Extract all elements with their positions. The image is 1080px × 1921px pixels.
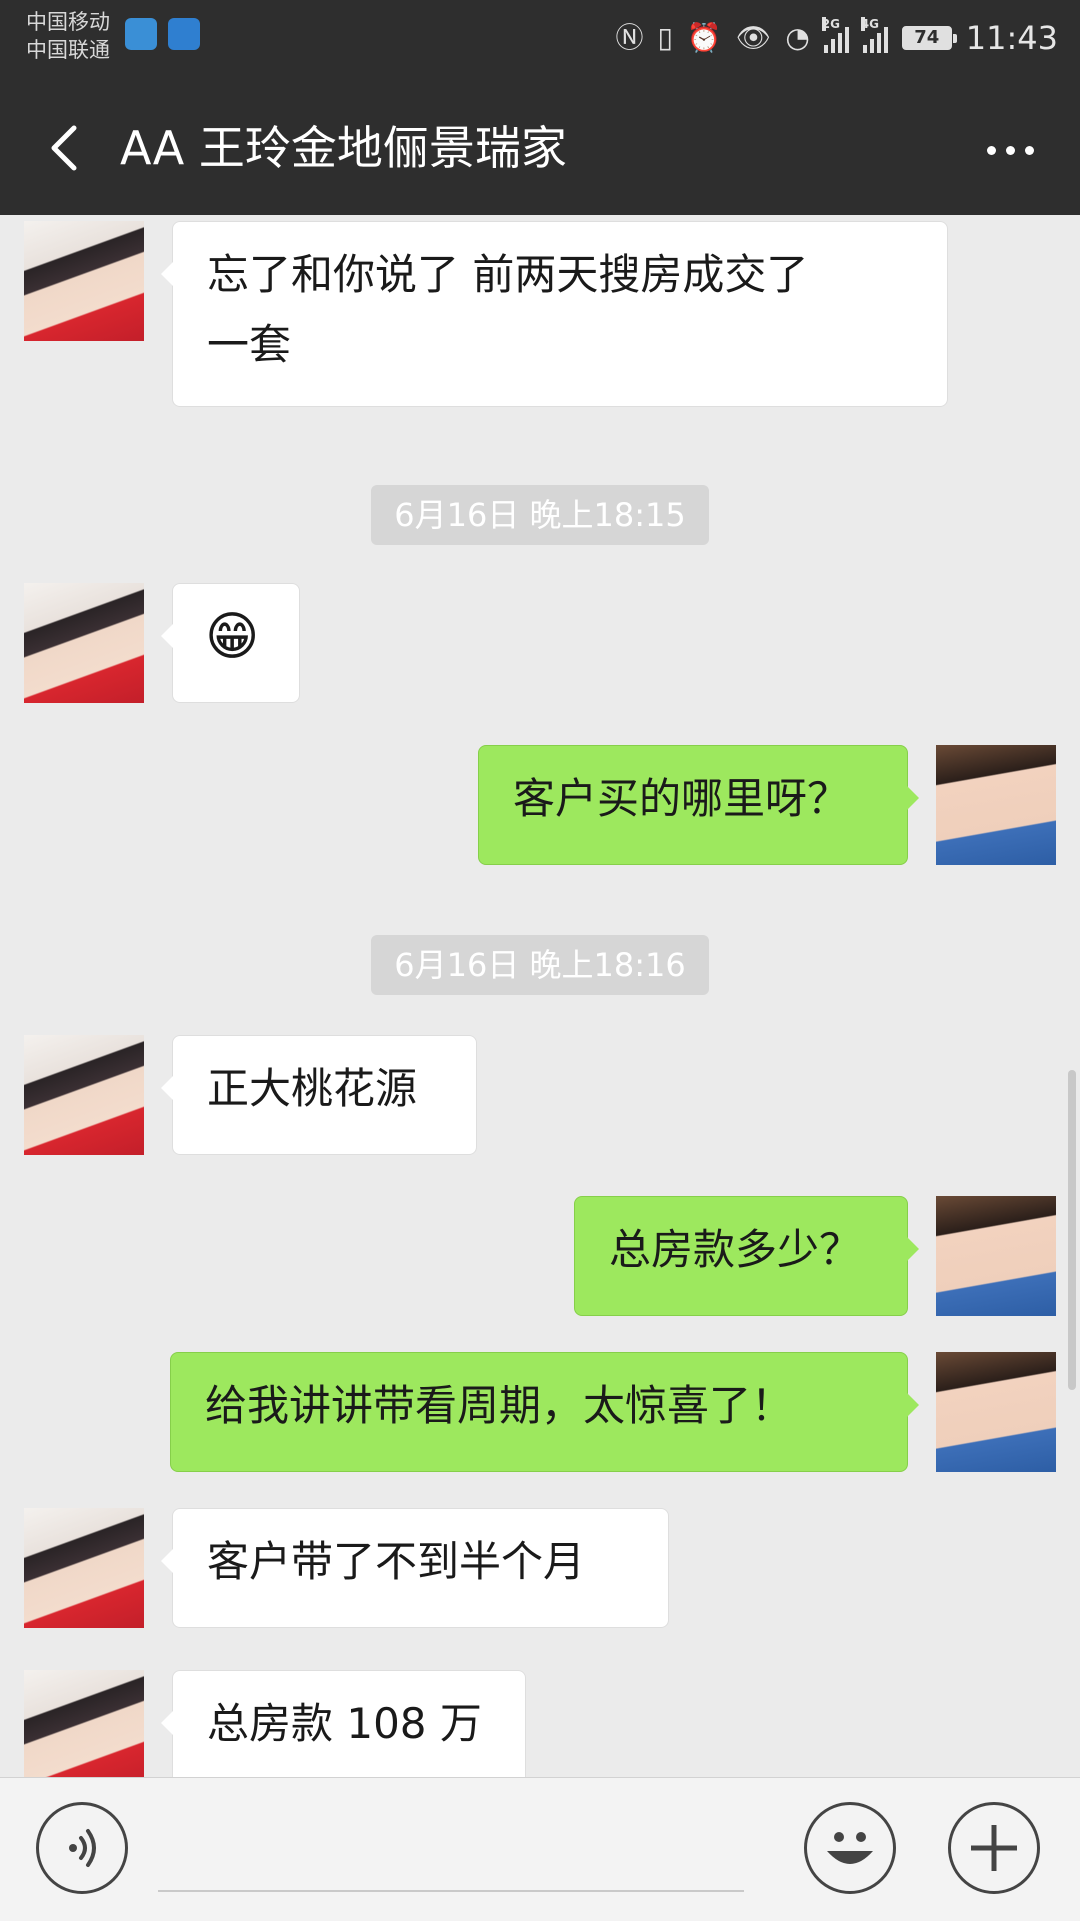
message-bubble-outgoing[interactable]: 总房款多少？: [574, 1196, 919, 1316]
clock: 11:43: [965, 19, 1058, 57]
my-avatar[interactable]: [936, 1196, 1056, 1316]
my-avatar[interactable]: [936, 745, 1056, 865]
carrier-2: 中国联通: [26, 38, 110, 62]
contact-avatar[interactable]: [24, 1508, 144, 1628]
chat-header: AA 王玲金地俪景瑞家: [0, 78, 1080, 215]
message-text: 正大桃花源: [207, 1064, 418, 1113]
back-arrow-icon[interactable]: [40, 118, 100, 178]
timestamp-label: 6月16日 晚上18:16: [371, 935, 709, 995]
input-bar: [0, 1777, 1080, 1921]
carrier-info: 中国移动 中国联通: [26, 8, 110, 64]
message-input[interactable]: [158, 1820, 744, 1892]
scrollbar[interactable]: [1068, 1070, 1076, 1390]
voice-input-button[interactable]: [36, 1802, 128, 1894]
message-bubble-outgoing[interactable]: 客户买的哪里呀？: [478, 745, 919, 865]
message-text: 总房款 108 万: [207, 1699, 482, 1748]
alarm-icon: ⏰: [686, 21, 722, 54]
message-text: 总房款多少？: [609, 1225, 862, 1274]
contact-avatar[interactable]: [24, 583, 144, 703]
signal-4g-icon: 4G: [860, 17, 888, 53]
nfc-icon: Ⓝ: [615, 21, 644, 54]
message-bubble-incoming[interactable]: 客户带了不到半个月: [161, 1508, 669, 1628]
message-text-line: 一套: [207, 320, 292, 369]
message-bubble-outgoing[interactable]: 给我讲讲带看周期，太惊喜了！: [170, 1352, 919, 1472]
carrier-1: 中国移动: [26, 10, 110, 34]
vibrate-icon: ▯: [657, 21, 673, 54]
signal-2g-icon: 2G: [821, 17, 849, 53]
message-text: 客户买的哪里呀？: [513, 774, 850, 823]
plus-icon: [971, 1825, 1017, 1871]
message-bubble-incoming[interactable]: 正大桃花源: [161, 1035, 477, 1155]
contact-avatar[interactable]: [24, 1670, 144, 1777]
more-functions-button[interactable]: [948, 1802, 1040, 1894]
contact-avatar[interactable]: [24, 1035, 144, 1155]
more-options-icon[interactable]: [980, 130, 1040, 170]
voice-icon: [69, 1829, 96, 1867]
eye-icon: 👁: [735, 21, 772, 54]
status-icons: Ⓝ ▯ ⏰ 👁 ◔ 2G 4G 74 11:43: [615, 14, 1058, 62]
message-list[interactable]: 忘了和你说了 前两天搜房成交了 一套 6月16日 晚上18:15 😁 客户买的哪…: [0, 215, 1080, 1777]
notification-browser-icon: [168, 18, 200, 50]
chat-title: AA 王玲金地俪景瑞家: [120, 121, 567, 175]
my-avatar[interactable]: [936, 1352, 1056, 1472]
timestamp-label: 6月16日 晚上18:15: [371, 485, 709, 545]
message-text: 客户带了不到半个月: [207, 1537, 586, 1586]
message-bubble-incoming[interactable]: 😁: [161, 583, 300, 703]
battery-icon: 74: [901, 26, 957, 50]
notification-app-icon: [125, 18, 157, 50]
smiley-icon: [827, 1832, 873, 1864]
message-text: 给我讲讲带看周期，太惊喜了！: [205, 1381, 794, 1430]
contact-avatar[interactable]: [24, 221, 144, 341]
message-bubble-incoming[interactable]: 忘了和你说了 前两天搜房成交了 一套: [161, 221, 948, 407]
status-bar: 中国移动 中国联通 Ⓝ ▯ ⏰ 👁 ◔ 2G 4G 74 11:43: [0, 0, 1080, 78]
emoji-button[interactable]: [804, 1802, 896, 1894]
message-bubble-incoming[interactable]: 总房款 108 万: [161, 1670, 526, 1777]
wifi-icon: ◔: [785, 21, 810, 54]
message-text-line: 忘了和你说了 前两天搜房成交了: [207, 250, 809, 299]
grin-emoji-icon: 😁: [205, 607, 260, 667]
